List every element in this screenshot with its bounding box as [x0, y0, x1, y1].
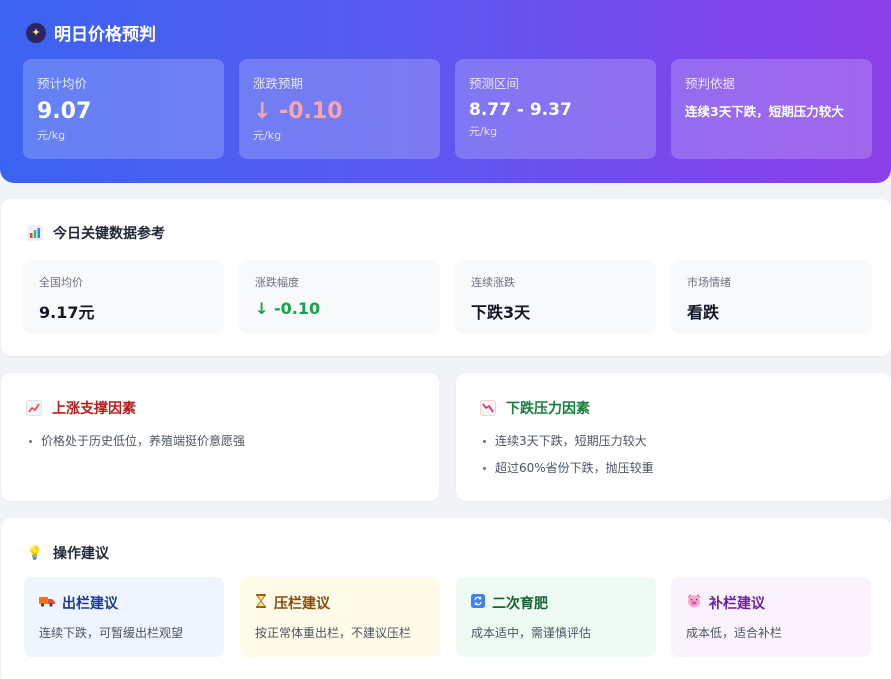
key-data-card-national-avg: 全国均价 9.17元 — [23, 260, 224, 333]
forecast-title-text: 明日价格预判 — [54, 25, 156, 45]
advice-card-head: 补栏建议 — [686, 593, 856, 613]
card-value: 9.07 — [37, 99, 92, 124]
advice-card-title: 出栏建议 — [62, 596, 118, 612]
down-factors-list: 连续3天下跌，短期压力较大 超过60%省份下跌，抛压较重 — [483, 428, 654, 482]
hourglass-icon — [255, 594, 267, 612]
truck-icon — [39, 595, 55, 611]
advice-card-desc: 成本适中，需谨慎评估 — [471, 626, 592, 640]
card-label: 市场情绪 — [687, 276, 731, 289]
forecast-banner: ✦ 明日价格预判 预计均价 9.07 元/kg 涨跌预期 ↓ -0.10 元/k… — [0, 0, 891, 183]
up-factors-list: 价格处于历史低位，养殖端挺价意愿强 — [29, 428, 245, 455]
advice-card-hold[interactable]: 压栏建议 按正常体重出栏，不建议压栏 — [240, 577, 440, 657]
forecast-card-avg-price: 预计均价 9.07 元/kg — [23, 59, 224, 159]
card-value: ↓ -0.10 — [255, 299, 321, 318]
card-value: 下跌3天 — [471, 303, 531, 322]
card-unit: 元/kg — [253, 129, 282, 143]
bar-chart-icon — [27, 225, 43, 241]
key-data-title-text: 今日关键数据参考 — [53, 226, 165, 242]
fortune-teller-icon: ✦ — [26, 22, 46, 43]
advice-card-title: 二次育肥 — [492, 596, 548, 612]
down-factors-panel: 下跌压力因素 连续3天下跌，短期压力较大 超过60%省份下跌，抛压较重 — [456, 373, 891, 501]
advice-card-refatten[interactable]: 二次育肥 成本适中，需谨慎评估 — [456, 577, 656, 657]
card-value: ↓ -0.10 — [253, 99, 343, 124]
pig-icon — [686, 593, 702, 612]
advice-title: 💡 操作建议 — [27, 543, 109, 563]
key-data-title: 今日关键数据参考 — [27, 223, 165, 243]
card-value: 连续3天下跌，短期压力较大 — [685, 104, 844, 119]
forecast-card-change: 涨跌预期 ↓ -0.10 元/kg — [239, 59, 440, 159]
card-value: 8.77 - 9.37 — [469, 100, 572, 120]
trend-down-icon — [480, 400, 496, 416]
card-value: 看跌 — [687, 303, 720, 322]
key-data-panel: 今日关键数据参考 全国均价 9.17元 涨跌幅度 ↓ -0.10 连续涨跌 下跌… — [1, 199, 891, 356]
up-factors-title: 上涨支撑因素 — [26, 398, 136, 418]
card-label: 预计均价 — [37, 76, 88, 91]
advice-card-sell[interactable]: 出栏建议 连续下跌，可暂缓出栏观望 — [24, 577, 224, 657]
list-item: 超过60%省份下跌，抛压较重 — [483, 455, 654, 482]
card-value: 9.17元 — [39, 303, 95, 322]
advice-title-text: 操作建议 — [53, 546, 109, 562]
advice-card-restock[interactable]: 补栏建议 成本低，适合补栏 — [671, 577, 871, 657]
advice-panel: 💡 操作建议 出栏建议 连续下跌，可暂缓出栏观望 压栏建议 按正常体重出栏，不建… — [1, 518, 891, 679]
card-unit: 元/kg — [469, 124, 498, 138]
key-data-card-streak: 连续涨跌 下跌3天 — [455, 260, 656, 333]
card-label: 涨跌预期 — [253, 76, 304, 91]
refresh-icon — [471, 594, 485, 612]
down-factors-title: 下跌压力因素 — [480, 398, 590, 418]
advice-card-title: 补栏建议 — [709, 596, 765, 612]
advice-card-head: 压栏建议 — [255, 593, 425, 613]
card-label: 预测区间 — [469, 76, 520, 91]
forecast-card-range: 预测区间 8.77 - 9.37 元/kg — [455, 59, 656, 159]
advice-card-title: 压栏建议 — [274, 596, 330, 612]
up-factors-panel: 上涨支撑因素 价格处于历史低位，养殖端挺价意愿强 — [1, 373, 439, 501]
card-label: 连续涨跌 — [471, 276, 515, 289]
key-data-card-change: 涨跌幅度 ↓ -0.10 — [239, 260, 440, 333]
card-unit: 元/kg — [37, 129, 66, 143]
advice-card-head: 出栏建议 — [39, 593, 209, 613]
advice-card-desc: 按正常体重出栏，不建议压栏 — [255, 626, 412, 640]
lightbulb-icon: 💡 — [26, 545, 44, 561]
trend-up-icon — [26, 400, 42, 416]
advice-card-desc: 成本低，适合补栏 — [686, 626, 783, 640]
card-label: 全国均价 — [39, 276, 83, 289]
advice-card-desc: 连续下跌，可暂缓出栏观望 — [39, 626, 184, 640]
forecast-title: ✦ 明日价格预判 — [26, 20, 156, 45]
list-item: 价格处于历史低位，养殖端挺价意愿强 — [29, 428, 245, 455]
list-item: 连续3天下跌，短期压力较大 — [483, 428, 654, 455]
card-label: 涨跌幅度 — [255, 276, 299, 289]
card-label: 预判依据 — [685, 76, 736, 91]
down-factors-title-text: 下跌压力因素 — [506, 401, 590, 417]
up-factors-title-text: 上涨支撑因素 — [52, 401, 136, 417]
key-data-card-sentiment: 市场情绪 看跌 — [671, 260, 872, 333]
forecast-card-basis: 预判依据 连续3天下跌，短期压力较大 — [671, 59, 872, 159]
advice-card-head: 二次育肥 — [471, 593, 641, 613]
